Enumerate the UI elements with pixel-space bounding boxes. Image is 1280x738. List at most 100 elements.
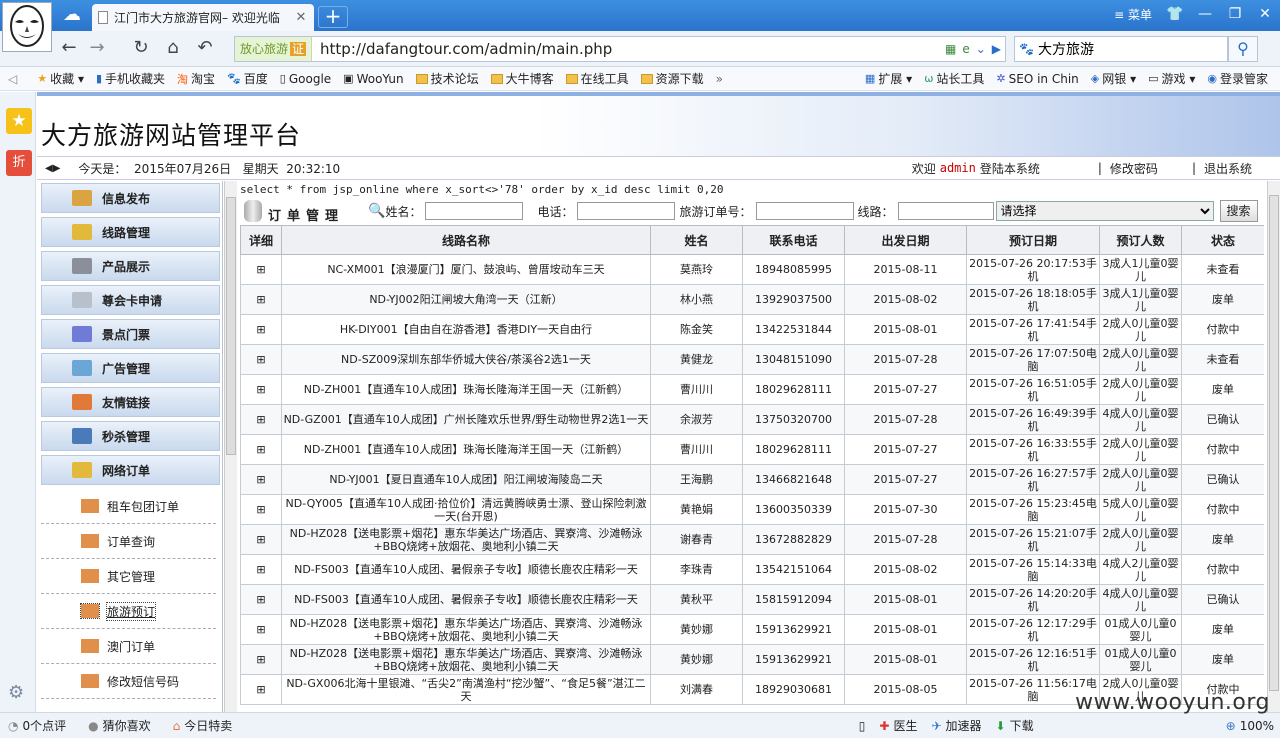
- menu-section-links[interactable]: 友情链接: [41, 387, 220, 417]
- bookmark-item[interactable]: 淘淘宝: [177, 70, 215, 87]
- restore-icon[interactable]: ❐: [1220, 6, 1250, 22]
- expand-details-icon[interactable]: ⊞: [240, 434, 282, 465]
- bookmark-item[interactable]: 技术论坛: [415, 70, 479, 87]
- expand-details-icon[interactable]: ⊞: [240, 644, 282, 675]
- menu-section-online-orders[interactable]: 网络订单: [41, 455, 220, 485]
- bookmark-item[interactable]: ω 站长工具: [924, 70, 984, 87]
- expand-details-icon[interactable]: ⊞: [240, 344, 282, 375]
- expand-details-icon[interactable]: ⊞: [240, 584, 282, 615]
- table-row[interactable]: ⊞ ND-GZ001【直通车10人成团】广州长隆欢乐世界/野生动物世界2选1一天余…: [240, 404, 1264, 435]
- bookmark-item[interactable]: ▦ 扩展 ▾: [865, 70, 912, 87]
- bookmark-item[interactable]: 资源下载: [640, 70, 704, 87]
- bookmark-item[interactable]: ▯ Google: [280, 72, 331, 86]
- name-input[interactable]: [425, 202, 524, 220]
- column-header[interactable]: 预订日期: [966, 225, 1100, 255]
- home-icon[interactable]: ⌂: [162, 37, 184, 59]
- phone-input[interactable]: [577, 202, 676, 220]
- search-button[interactable]: 搜索: [1219, 200, 1258, 222]
- url-input[interactable]: [312, 38, 945, 60]
- tab-active[interactable]: 江门市大方旅游官网– 欢迎光临 ✕: [92, 4, 314, 31]
- undo-icon[interactable]: ↶: [194, 37, 216, 59]
- bookmark-item[interactable]: 🐾 百度: [227, 70, 268, 87]
- table-row[interactable]: ⊞ ND-SZ009深圳东部华侨城大侠谷/茶溪谷2选1一天 黄健龙 130481510…: [240, 344, 1264, 375]
- phone-icon[interactable]: ▯: [859, 719, 866, 733]
- chevron-down-icon[interactable]: ⌄: [976, 42, 986, 56]
- order-number-input[interactable]: [755, 202, 854, 220]
- back-icon[interactable]: ←: [58, 37, 80, 59]
- change-password-link[interactable]: 修改密码: [1110, 160, 1158, 177]
- table-row[interactable]: ⊞ ND-FS003【直通车10人成团、暑假亲子专收】顺德长鹿农庄精彩一天 李珠青 1…: [240, 554, 1264, 585]
- column-header[interactable]: 出发日期: [844, 225, 967, 255]
- expand-details-icon[interactable]: ⊞: [240, 314, 282, 345]
- bookmark-item[interactable]: ▮ 手机收藏夹: [96, 70, 165, 87]
- menu-button[interactable]: ≡ 菜单: [1114, 6, 1152, 23]
- bookmark-item[interactable]: ▭ 游戏 ▾: [1148, 70, 1195, 87]
- logout-link[interactable]: 退出系统: [1204, 160, 1252, 177]
- compat-icon[interactable]: e: [962, 42, 969, 56]
- menu-item-other[interactable]: 其它管理: [41, 559, 216, 594]
- more-bookmarks-icon[interactable]: »: [716, 72, 723, 86]
- menu-item-order-query[interactable]: 订单查询: [41, 524, 216, 559]
- column-header[interactable]: 姓名: [650, 225, 743, 255]
- bookmark-item[interactable]: 大牛博客: [490, 70, 554, 87]
- table-row[interactable]: ⊞ ND-YJ002阳江闸坡大角湾一天（江新） 林小燕 13929037500 2015…: [240, 284, 1264, 315]
- expand-details-icon[interactable]: ⊞: [240, 614, 282, 645]
- table-row[interactable]: ⊞ ND-HZ028【送电影票+烟花】惠东华美达广场酒店、巽寮湾、沙滩畅泳+BBQ…: [240, 644, 1264, 675]
- menu-section-tickets[interactable]: 景点门票: [41, 319, 220, 349]
- new-tab-button[interactable]: +: [318, 6, 348, 28]
- table-row[interactable]: ⊞ ND-QY005【直通车10人成团·拾位价】清远黄腾峡勇士漂、登山探险刺激一天…: [240, 494, 1264, 525]
- table-row[interactable]: ⊞ NC-XM001【浪漫厦门】厦门、鼓浪屿、曾厝垵动车三天 莫燕玲 18948085…: [240, 254, 1264, 285]
- column-header[interactable]: 线路名称: [281, 225, 651, 255]
- menu-section-info-publish[interactable]: 信息发布: [41, 183, 220, 213]
- zoom-level[interactable]: ⊕ 100%: [1226, 719, 1274, 733]
- expand-details-icon[interactable]: ⊞: [240, 254, 282, 285]
- status-item-download[interactable]: ⬇ 下载: [996, 717, 1034, 734]
- column-header[interactable]: 联系电话: [742, 225, 845, 255]
- bookmark-item[interactable]: ★ 收藏 ▾: [37, 70, 84, 87]
- menu-section-vip-card[interactable]: 尊会卡申请: [41, 285, 220, 315]
- column-header[interactable]: 预订人数: [1099, 225, 1182, 255]
- menu-item-sms-number[interactable]: 修改短信号码: [41, 664, 216, 699]
- favorites-star-icon[interactable]: ★: [6, 108, 32, 134]
- bookmark-item[interactable]: ◈ 网银 ▾: [1091, 70, 1136, 87]
- menu-section-products[interactable]: 产品展示: [41, 251, 220, 281]
- search-input[interactable]: [1037, 38, 1227, 60]
- expand-details-icon[interactable]: ⊞: [240, 374, 282, 405]
- close-icon[interactable]: ✕: [294, 10, 308, 25]
- bookmark-item[interactable]: ◉ 登录管家: [1207, 70, 1268, 87]
- expand-details-icon[interactable]: ⊞: [240, 524, 282, 555]
- table-row[interactable]: ⊞ ND-YJ001【夏日直通车10人成团】阳江闸坡海陵岛二天 王海鹏 1346682…: [240, 464, 1264, 495]
- shirt-icon[interactable]: 👕: [1160, 6, 1190, 22]
- status-item-doctor[interactable]: ✚ 医生: [879, 717, 917, 734]
- status-item-deals[interactable]: ⌂ 今日特卖: [173, 717, 233, 734]
- bookmark-item[interactable]: ✲ SEO in Chin: [996, 72, 1078, 86]
- cloud-icon[interactable]: ☁: [60, 5, 84, 25]
- status-item-accelerator[interactable]: ✈ 加速器: [931, 717, 981, 734]
- expand-details-icon[interactable]: ⊞: [240, 464, 282, 495]
- main-scrollbar[interactable]: [1267, 181, 1280, 712]
- search-box[interactable]: 🐾: [1014, 36, 1228, 62]
- settings-gear-icon[interactable]: ⚙: [8, 682, 24, 703]
- expand-details-icon[interactable]: ⊞: [240, 404, 282, 435]
- qr-icon[interactable]: ▦: [945, 42, 956, 56]
- column-header[interactable]: 详细: [240, 225, 282, 255]
- status-item-comments[interactable]: ◔ 0个点评: [8, 717, 66, 734]
- bookmark-item[interactable]: ▣ WooYun: [343, 72, 403, 86]
- table-row[interactable]: ⊞ ND-HZ028【送电影票+烟花】惠东华美达广场酒店、巽寮湾、沙滩畅泳+BBQ…: [240, 614, 1264, 645]
- column-header[interactable]: 状态: [1181, 225, 1264, 255]
- expand-details-icon[interactable]: ⊞: [240, 494, 282, 525]
- menu-item-macau-orders[interactable]: 澳门订单: [41, 629, 216, 664]
- menu-item-travel-booking[interactable]: 旅游预订: [41, 594, 216, 629]
- safe-site-badge[interactable]: 放心旅游证: [235, 37, 313, 61]
- expand-details-icon[interactable]: ⊞: [240, 284, 282, 315]
- go-icon[interactable]: ▶: [992, 42, 1001, 56]
- address-bar[interactable]: 放心旅游证 ▦ e ⌄ ▶: [234, 36, 1006, 62]
- avatar[interactable]: [2, 2, 52, 52]
- menu-scrollbar[interactable]: [224, 181, 237, 712]
- expand-details-icon[interactable]: ⊞: [240, 554, 282, 585]
- table-row[interactable]: ⊞ ND-ZH001【直通车10人成团】珠海长隆海洋王国一天（江新鹤） 曹川川 180…: [240, 434, 1264, 465]
- route-input[interactable]: [897, 202, 994, 220]
- expand-details-icon[interactable]: ⊞: [240, 674, 282, 705]
- menu-section-ads[interactable]: 广告管理: [41, 353, 220, 383]
- close-window-icon[interactable]: ✕: [1250, 6, 1280, 22]
